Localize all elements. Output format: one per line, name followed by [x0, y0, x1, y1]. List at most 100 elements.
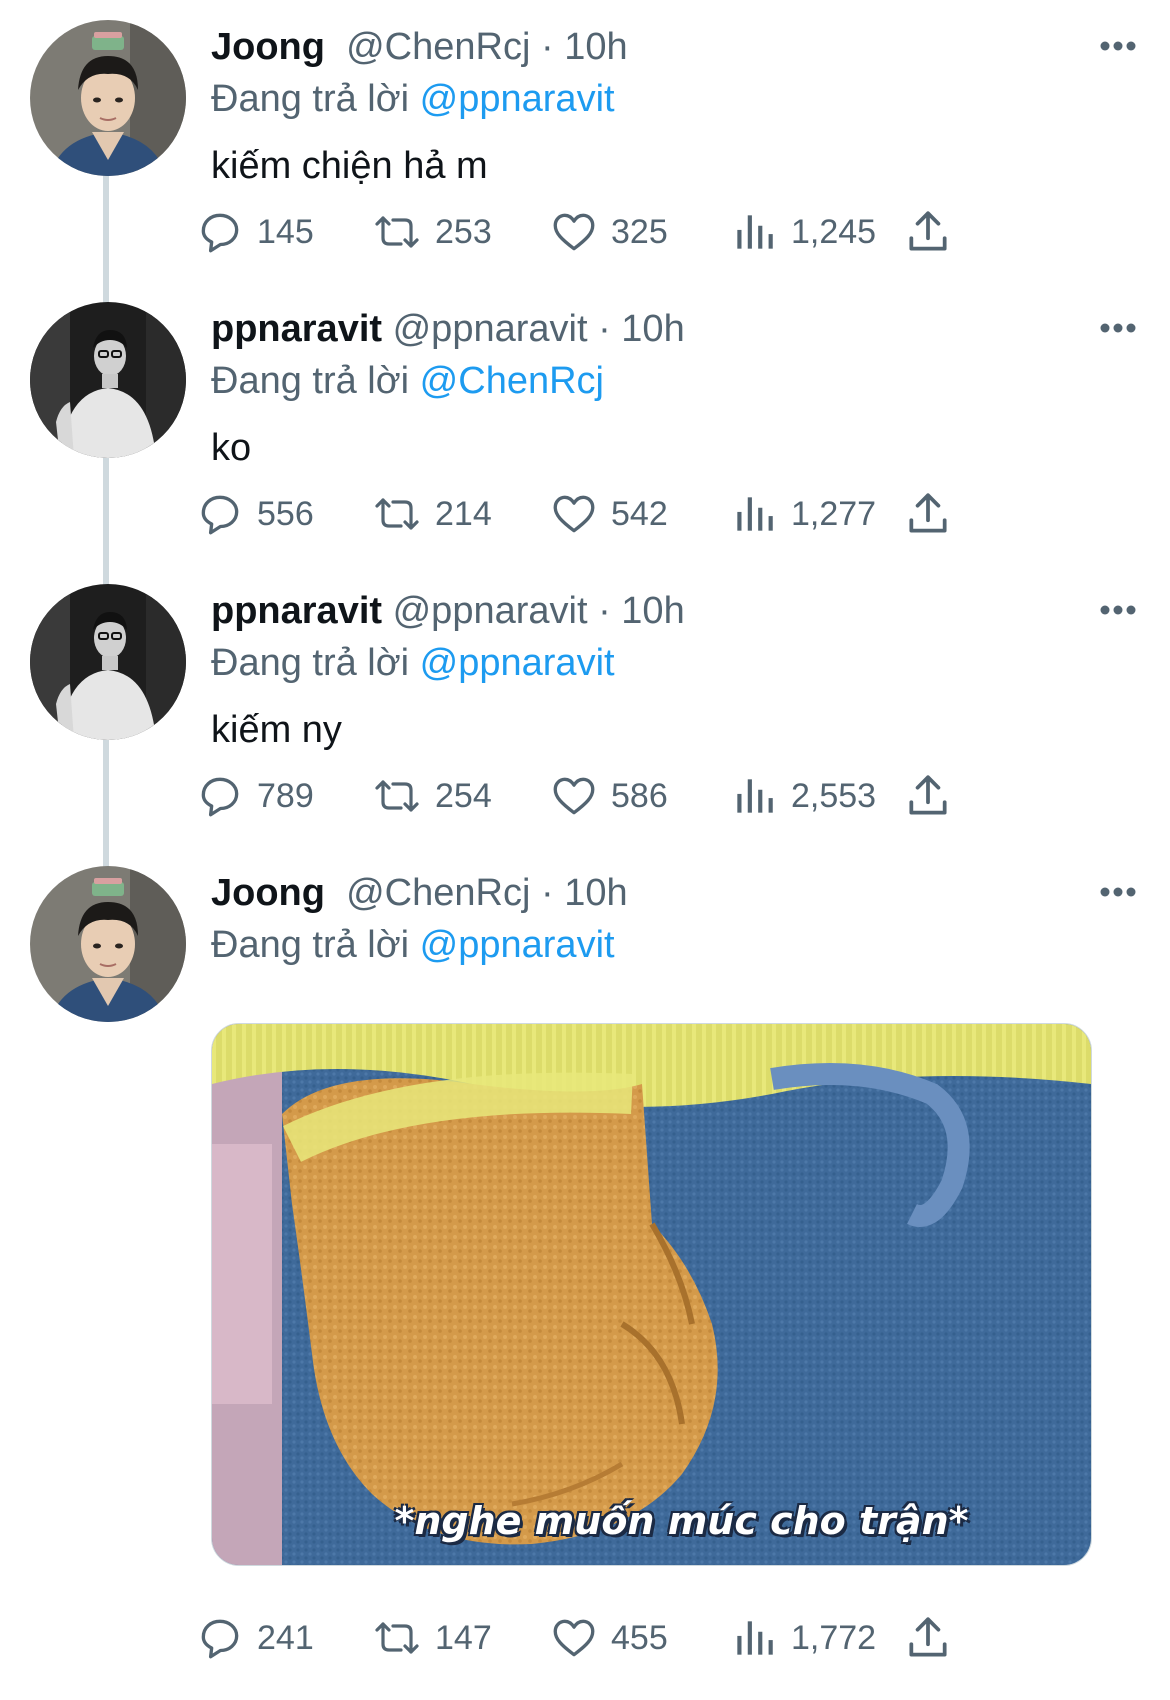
more-dots-icon — [1100, 323, 1136, 333]
like-button[interactable]: 586 — [549, 768, 668, 824]
action-bar: 145 253 325 1,245 — [201, 204, 1051, 260]
speech-bubble-icon — [201, 495, 239, 535]
mention-link[interactable]: @ppnaravit — [420, 924, 615, 966]
views-count: 1,245 — [791, 212, 877, 251]
tweet[interactable]: ppnaravit @ppnaravit · 10h Đang trả lời … — [0, 584, 1170, 864]
meme-caption: *nghe muốn múc cho trận* — [394, 1499, 969, 1543]
retweet-count: 147 — [435, 1618, 492, 1657]
replying-prefix: Đang trả lời — [211, 360, 410, 402]
share-upload-icon — [909, 775, 947, 815]
mention-link[interactable]: @ChenRcj — [420, 360, 604, 402]
user-handle[interactable]: @ChenRcj — [346, 26, 530, 68]
mention-link[interactable]: @ppnaravit — [420, 642, 615, 684]
retweet-count: 254 — [435, 776, 492, 815]
user-handle[interactable]: @ppnaravit — [393, 590, 588, 632]
share-button[interactable] — [903, 1610, 953, 1666]
action-bar: 556 214 542 1,277 — [201, 486, 1051, 542]
more-button[interactable] — [1088, 872, 1148, 912]
retweet-arrows-icon — [375, 216, 419, 248]
reply-count: 145 — [257, 212, 314, 251]
retweet-button[interactable]: 214 — [371, 486, 492, 542]
tweet-text: kiếm chiện hả m — [211, 145, 488, 187]
display-name[interactable]: Joong — [211, 872, 325, 914]
heart-icon — [553, 777, 595, 815]
share-upload-icon — [909, 1617, 947, 1657]
tweet[interactable]: Joong @ChenRcj · 10h Đang trả lời @ppnar… — [0, 866, 1170, 1700]
ppnaravit-avatar-image — [30, 584, 186, 740]
avatar[interactable] — [30, 302, 186, 458]
replying-to: Đang trả lời @ppnaravit — [211, 920, 615, 970]
reply-button[interactable]: 145 — [195, 204, 314, 260]
share-button[interactable] — [903, 768, 953, 824]
like-count: 455 — [611, 1618, 668, 1657]
replying-to: Đang trả lời @ppnaravit — [211, 74, 615, 124]
reply-button[interactable]: 241 — [195, 1610, 314, 1666]
retweet-button[interactable]: 147 — [371, 1610, 492, 1666]
more-button[interactable] — [1088, 26, 1148, 66]
heart-icon — [553, 495, 595, 533]
share-upload-icon — [909, 493, 947, 533]
reply-button[interactable]: 556 — [195, 486, 314, 542]
speech-bubble-icon — [201, 1619, 239, 1659]
mention-link[interactable]: @ppnaravit — [420, 78, 615, 120]
like-button[interactable]: 542 — [549, 486, 668, 542]
tweet-media-image[interactable]: *nghe muốn múc cho trận* — [211, 1023, 1092, 1566]
replying-prefix: Đang trả lời — [211, 642, 410, 684]
like-button[interactable]: 325 — [549, 204, 668, 260]
avatar[interactable] — [30, 584, 186, 740]
bar-chart-icon — [737, 215, 773, 249]
action-bar: 241 147 455 1,772 — [201, 1610, 1051, 1666]
like-count: 542 — [611, 494, 668, 533]
timestamp[interactable]: 10h — [621, 590, 684, 632]
bar-chart-icon — [737, 779, 773, 813]
views-button[interactable]: 1,772 — [729, 1610, 876, 1666]
meme-image — [212, 1024, 1091, 1565]
retweet-button[interactable]: 254 — [371, 768, 492, 824]
retweet-count: 253 — [435, 212, 492, 251]
retweet-button[interactable]: 253 — [371, 204, 492, 260]
separator-dot: · — [598, 308, 611, 350]
views-button[interactable]: 2,553 — [729, 768, 876, 824]
heart-icon — [553, 213, 595, 251]
separator-dot: · — [540, 872, 554, 914]
views-count: 2,553 — [791, 776, 877, 815]
share-button[interactable] — [903, 204, 953, 260]
tweet[interactable]: ppnaravit @ppnaravit · 10h Đang trả lời … — [0, 302, 1170, 582]
tweet-text: ko — [211, 427, 252, 469]
tweet-header: Joong @ChenRcj · 10h — [211, 22, 628, 72]
user-handle[interactable]: @ppnaravit — [393, 308, 588, 350]
reply-count: 789 — [257, 776, 314, 815]
views-button[interactable]: 1,245 — [729, 204, 876, 260]
more-button[interactable] — [1088, 308, 1148, 348]
retweet-arrows-icon — [375, 780, 419, 812]
like-count: 325 — [611, 212, 668, 251]
like-button[interactable]: 455 — [549, 1610, 668, 1666]
reply-button[interactable]: 789 — [195, 768, 314, 824]
timestamp[interactable]: 10h — [621, 308, 684, 350]
more-dots-icon — [1100, 41, 1136, 51]
retweet-arrows-icon — [375, 498, 419, 530]
action-bar: 789 254 586 2,553 — [201, 768, 1051, 824]
timestamp[interactable]: 10h — [564, 26, 627, 68]
display-name[interactable]: ppnaravit — [211, 308, 382, 350]
joong-avatar-image — [30, 20, 186, 176]
display-name[interactable]: ppnaravit — [211, 590, 382, 632]
timestamp[interactable]: 10h — [564, 872, 627, 914]
heart-icon — [553, 1619, 595, 1657]
tweet[interactable]: Joong @ChenRcj · 10h Đang trả lời @ppnar… — [0, 20, 1170, 300]
avatar[interactable] — [30, 866, 186, 1022]
display-name[interactable]: Joong — [211, 26, 325, 68]
bar-chart-icon — [737, 1621, 773, 1655]
replying-prefix: Đang trả lời — [211, 924, 410, 966]
share-upload-icon — [909, 211, 947, 251]
user-handle[interactable]: @ChenRcj — [346, 872, 530, 914]
more-button[interactable] — [1088, 590, 1148, 630]
tweet-text: kiếm ny — [211, 709, 342, 751]
avatar[interactable] — [30, 20, 186, 176]
separator-dot: · — [540, 26, 554, 68]
views-button[interactable]: 1,277 — [729, 486, 876, 542]
reply-count: 556 — [257, 494, 314, 533]
ppnaravit-avatar-image — [30, 302, 186, 458]
replying-to: Đang trả lời @ChenRcj — [211, 356, 604, 406]
share-button[interactable] — [903, 486, 953, 542]
